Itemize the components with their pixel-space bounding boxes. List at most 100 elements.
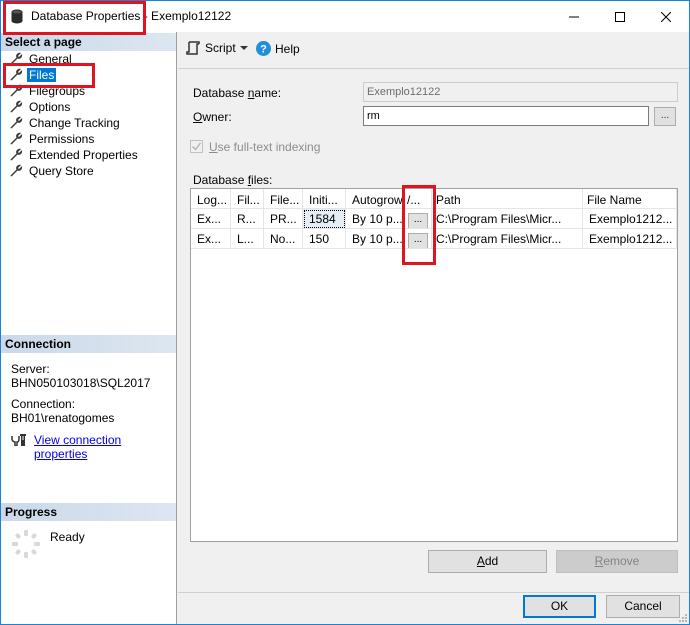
window-title: Database Properties - Exemplo12122: [31, 9, 232, 23]
sidebar-item-general[interactable]: General: [9, 51, 74, 67]
column-header-file-type[interactable]: Fil...: [231, 189, 264, 209]
wrench-icon: [10, 148, 23, 161]
sidebar-item-change-tracking[interactable]: Change Tracking: [9, 115, 122, 131]
right-pane: Script ? Help Database name: Exemplo1212…: [178, 32, 689, 592]
column-header-logical-name[interactable]: Log...: [191, 189, 231, 209]
chevron-down-icon: [240, 46, 248, 50]
server-label: Server:: [11, 362, 50, 376]
sidebar-item-label: Filegroups: [29, 84, 86, 98]
column-header-autogrowth[interactable]: Autogrowth: [346, 189, 404, 209]
connection-value: BH01\renatogomes: [11, 411, 115, 425]
add-button[interactable]: Add: [428, 550, 547, 573]
fulltext-indexing-checkbox[interactable]: [190, 140, 203, 153]
maximize-icon: [615, 11, 625, 22]
progress-spinner-icon: [12, 530, 40, 558]
cell-file-type[interactable]: R...: [231, 209, 264, 229]
resize-grip-icon[interactable]: [679, 614, 687, 622]
table-row[interactable]: Ex... R... PR... 1584 By 10 p... ... C:\…: [191, 209, 677, 229]
column-header-path[interactable]: Path: [432, 189, 583, 209]
sidebar-item-label: Change Tracking: [29, 116, 120, 130]
minimize-button[interactable]: [551, 1, 597, 32]
sidebar-item-label: Query Store: [29, 164, 94, 178]
autogrowth-edit-button[interactable]: ...: [408, 213, 428, 228]
table-row[interactable]: Ex... L... No... 150 By 10 p... ... C:\P…: [191, 229, 677, 249]
sidebar-item-label: Permissions: [29, 132, 95, 146]
progress-header: Progress: [1, 503, 176, 521]
sidebar-item-filegroups[interactable]: Filegroups: [9, 83, 87, 99]
cancel-button[interactable]: Cancel: [606, 595, 680, 618]
help-button[interactable]: ? Help: [256, 41, 300, 56]
connection-plug-icon: [11, 434, 26, 446]
cell-path[interactable]: C:\Program Files\Micr...: [432, 209, 583, 229]
cell-autogrowth[interactable]: By 10 p...: [346, 229, 404, 249]
wrench-icon: [10, 68, 23, 81]
cell-initial-size[interactable]: 1584: [303, 209, 346, 229]
sidebar-item-options[interactable]: Options: [9, 99, 72, 115]
column-header-file-name[interactable]: File Name: [583, 189, 677, 209]
maximize-button[interactable]: [597, 1, 643, 32]
cell-file-type[interactable]: L...: [231, 229, 264, 249]
column-header-filegroup[interactable]: File...: [264, 189, 303, 209]
script-icon: [186, 41, 200, 55]
ok-button[interactable]: OK: [523, 595, 596, 618]
database-icon: [11, 9, 23, 24]
cell-filegroup[interactable]: PR...: [264, 209, 303, 229]
sidebar-item-label: General: [29, 52, 72, 66]
help-label: Help: [275, 41, 300, 56]
sidebar-item-label: Extended Properties: [29, 148, 138, 162]
select-page-header: Select a page: [1, 33, 176, 51]
close-button[interactable]: [643, 1, 689, 32]
database-files-grid: Log... Fil... File... Initi... Autogrowt…: [190, 188, 678, 542]
cell-autogrowth-edit: ...: [404, 209, 432, 229]
wrench-icon: [10, 164, 23, 177]
toolbar: Script ? Help: [178, 32, 689, 69]
cell-autogrowth-edit: ...: [404, 229, 432, 249]
help-icon: ?: [256, 41, 271, 56]
title-bar[interactable]: Database Properties - Exemplo12122: [1, 1, 689, 32]
cell-file-name[interactable]: Exemplo1212...: [583, 209, 677, 229]
column-header-initial-size[interactable]: Initi...: [303, 189, 346, 209]
script-dropdown-button[interactable]: [240, 46, 248, 51]
grid-header-row: Log... Fil... File... Initi... Autogrowt…: [191, 189, 677, 209]
cell-autogrowth[interactable]: By 10 p...: [346, 209, 404, 229]
autogrowth-edit-button[interactable]: ...: [408, 233, 428, 248]
close-icon: [661, 11, 671, 22]
cell-file-name[interactable]: Exemplo1212...: [583, 229, 677, 249]
svg-text:?: ?: [260, 44, 267, 56]
sidebar-item-query-store[interactable]: Query Store: [9, 163, 96, 179]
sidebar-item-files[interactable]: Files: [9, 67, 57, 83]
progress-status: Ready: [50, 530, 85, 544]
column-header-autogrowth-maxsize[interactable]: /...: [404, 189, 432, 209]
database-name-field: Exemplo12122: [363, 82, 678, 102]
fulltext-indexing-label: Use full-text indexing: [209, 140, 321, 154]
wrench-icon: [10, 116, 23, 129]
connection-label: Connection:: [11, 397, 76, 411]
view-connection-properties-link[interactable]: View connection properties: [34, 433, 176, 461]
sidebar-item-permissions[interactable]: Permissions: [9, 131, 96, 147]
owner-input[interactable]: rm: [363, 106, 649, 126]
wrench-icon: [10, 84, 23, 97]
wrench-icon: [10, 132, 23, 145]
checkmark-icon: [192, 142, 202, 151]
owner-browse-button[interactable]: ...: [654, 107, 676, 126]
server-value: BHN050103018\SQL2017: [11, 376, 151, 390]
sidebar-item-extended-properties[interactable]: Extended Properties: [9, 147, 140, 163]
dialog-footer: OK Cancel: [178, 592, 689, 624]
connection-header: Connection: [1, 335, 176, 353]
minimize-icon: [569, 16, 579, 17]
script-label: Script: [205, 41, 236, 55]
cell-logical-name[interactable]: Ex...: [191, 209, 231, 229]
database-files-label: Database files:: [193, 173, 273, 187]
remove-button[interactable]: Remove: [556, 550, 678, 573]
wrench-icon: [10, 100, 23, 113]
sidebar-item-label: Files: [27, 68, 57, 82]
sidebar-item-label: Options: [29, 100, 71, 114]
cell-logical-name[interactable]: Ex...: [191, 229, 231, 249]
files-page-panel: Database name: Exemplo12122 Owner: rm ..…: [178, 70, 689, 592]
wrench-icon: [10, 52, 23, 65]
cell-initial-size[interactable]: 150: [303, 229, 346, 249]
left-pane: Select a page General Files Filegroups O…: [1, 32, 177, 624]
cell-filegroup[interactable]: No...: [264, 229, 303, 249]
cell-path[interactable]: C:\Program Files\Micr...: [432, 229, 583, 249]
script-button[interactable]: Script: [186, 41, 236, 55]
